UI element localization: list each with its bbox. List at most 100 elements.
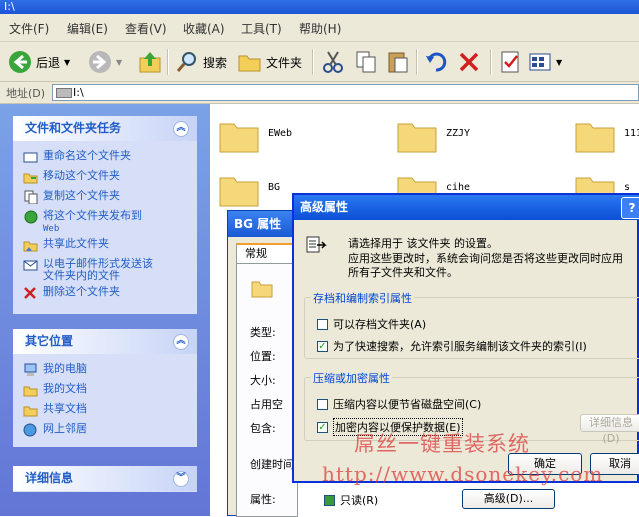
back-arrow-icon bbox=[9, 51, 31, 73]
field-size-label: 大小: bbox=[250, 374, 276, 387]
tab-panel bbox=[236, 263, 298, 517]
panel-header[interactable]: 详细信息 ︾ bbox=[13, 466, 197, 491]
task-label: 共享此文件夹 bbox=[43, 237, 109, 250]
place-network[interactable]: 网上邻居 bbox=[23, 423, 87, 437]
forward-button[interactable]: ▼ bbox=[88, 48, 122, 76]
place-shared-documents[interactable]: 共享文档 bbox=[23, 403, 87, 417]
collapse-icon[interactable]: ︽ bbox=[173, 334, 189, 350]
field-size-on-disk-label: 占用空 bbox=[250, 398, 283, 411]
paste-button[interactable] bbox=[386, 48, 410, 76]
address-input[interactable]: I:\ bbox=[52, 84, 639, 101]
copy-icon bbox=[356, 51, 376, 73]
address-bar: 地址(D) I:\ bbox=[0, 82, 639, 104]
address-value: I:\ bbox=[73, 86, 84, 99]
drive-icon bbox=[56, 88, 72, 98]
documents-folder-icon bbox=[23, 386, 38, 397]
readonly-checkbox[interactable]: 只读(R) bbox=[324, 492, 378, 508]
archive-checkbox-box[interactable] bbox=[317, 318, 328, 330]
menu-favorites[interactable]: 收藏(A) bbox=[183, 20, 225, 37]
folder-icon[interactable] bbox=[218, 170, 260, 208]
place-my-documents[interactable]: 我的文档 bbox=[23, 383, 87, 397]
properties-dialog: BG 属性 常规 类型: 位置: 大小: 占用空 包含: 创建时间 属性: bbox=[227, 210, 298, 517]
back-button[interactable]: 后退 ▼ bbox=[8, 48, 70, 76]
up-folder-icon bbox=[139, 52, 161, 73]
folders-button[interactable]: 文件夹 bbox=[238, 48, 302, 76]
menu-edit[interactable]: 编辑(E) bbox=[67, 20, 108, 37]
details-button-label: 详细信息(D) bbox=[589, 416, 633, 445]
menu-tools[interactable]: 工具(T) bbox=[241, 20, 282, 37]
task-label: 移动这个文件夹 bbox=[43, 169, 120, 182]
readonly-label: 只读(R) bbox=[340, 494, 379, 507]
task-share[interactable]: 共享此文件夹 bbox=[23, 238, 109, 252]
menu-view[interactable]: 查看(V) bbox=[125, 20, 167, 37]
views-dropdown-icon[interactable]: ▼ bbox=[556, 58, 562, 67]
readonly-checkbox-box[interactable] bbox=[324, 494, 335, 506]
help-button[interactable]: ? bbox=[621, 197, 639, 219]
place-my-computer[interactable]: 我的电脑 bbox=[23, 363, 87, 377]
intro-text: 所有子文件夹和文件。 bbox=[348, 266, 458, 279]
index-checkbox-box[interactable]: ✓ bbox=[317, 340, 328, 352]
folder-icon[interactable] bbox=[218, 116, 260, 154]
folder-icon[interactable] bbox=[396, 116, 438, 154]
advanced-button-label: 高级(D)... bbox=[483, 492, 534, 505]
archive-checkbox[interactable]: 可以存档文件夹(A) bbox=[317, 316, 426, 332]
compress-checkbox-box[interactable] bbox=[317, 398, 328, 410]
task-delete[interactable]: 删除这个文件夹 bbox=[23, 286, 120, 300]
up-folder-button[interactable] bbox=[138, 48, 162, 76]
tab-general[interactable]: 常规 bbox=[236, 243, 296, 263]
task-publish-web[interactable]: 将这个文件夹发布到 Web bbox=[23, 210, 142, 235]
cut-button[interactable] bbox=[321, 48, 345, 76]
folder-label[interactable]: cihe bbox=[446, 182, 470, 193]
tab-label: 常规 bbox=[245, 247, 267, 260]
properties-icon bbox=[501, 51, 519, 73]
task-label-web: Web bbox=[43, 224, 60, 234]
delete-button[interactable] bbox=[457, 48, 481, 76]
window-title-bar: I:\ bbox=[0, 0, 639, 14]
task-move[interactable]: 移动这个文件夹 bbox=[23, 170, 120, 184]
advanced-button[interactable]: 高级(D)... bbox=[462, 489, 555, 509]
folder-label[interactable]: 111 bbox=[624, 128, 639, 139]
compress-checkbox[interactable]: 压缩内容以便节省磁盘空间(C) bbox=[317, 396, 481, 412]
folder-label[interactable]: EWeb bbox=[268, 128, 292, 139]
folder-label[interactable]: BG bbox=[268, 182, 280, 193]
folder-label[interactable]: s bbox=[624, 182, 630, 193]
folder-label[interactable]: ZZJY bbox=[446, 128, 470, 139]
toolbar-separator bbox=[490, 49, 492, 75]
views-button[interactable]: ▼ bbox=[528, 48, 562, 76]
collapse-icon[interactable]: ︽ bbox=[173, 121, 189, 137]
menu-help[interactable]: 帮助(H) bbox=[299, 20, 341, 37]
properties-button[interactable] bbox=[498, 48, 522, 76]
menu-file[interactable]: 文件(F) bbox=[9, 20, 49, 37]
panel-header[interactable]: 文件和文件夹任务 ︽ bbox=[13, 116, 197, 141]
forward-dropdown-icon[interactable]: ▼ bbox=[116, 58, 122, 67]
scissors-icon bbox=[323, 51, 343, 73]
encrypt-checkbox-box[interactable]: ✓ bbox=[317, 421, 328, 433]
back-dropdown-icon[interactable]: ▼ bbox=[64, 58, 70, 67]
task-email[interactable]: 以电子邮件形式发送该 文件夹内的文件 bbox=[23, 258, 153, 282]
other-places-panel: 其它位置 ︽ 我的电脑 我的文档 共享文档 网上邻居 bbox=[13, 329, 197, 447]
properties-title: BG 属性 bbox=[234, 217, 282, 231]
group-title: 存档和编制索引属性 bbox=[311, 290, 414, 306]
index-checkbox[interactable]: ✓ 为了快速搜索，允许索引服务编制该文件夹的索引(I) bbox=[317, 338, 587, 354]
compress-label: 压缩内容以便节省磁盘空间(C) bbox=[333, 398, 482, 411]
panel-title: 文件和文件夹任务 bbox=[25, 121, 122, 135]
folder-icon bbox=[238, 55, 261, 72]
shared-folder-icon bbox=[23, 406, 38, 417]
details-button[interactable]: 详细信息(D) bbox=[580, 414, 639, 445]
undo-button[interactable] bbox=[424, 48, 448, 76]
task-copy[interactable]: 复制这个文件夹 bbox=[23, 190, 120, 204]
copy-button[interactable] bbox=[354, 48, 378, 76]
expand-icon[interactable]: ︾ bbox=[173, 471, 189, 487]
search-button[interactable]: 搜索 bbox=[175, 48, 227, 76]
search-label: 搜索 bbox=[203, 55, 228, 70]
task-rename[interactable]: 重命名这个文件夹 bbox=[23, 150, 131, 164]
group-title: 压缩或加密属性 bbox=[311, 370, 392, 386]
toolbar-separator bbox=[312, 49, 314, 75]
properties-title-bar: BG 属性 bbox=[228, 211, 296, 237]
place-label: 共享文档 bbox=[43, 402, 87, 415]
folder-icon bbox=[251, 281, 273, 298]
panel-header[interactable]: 其它位置 ︽ bbox=[13, 329, 197, 354]
folder-icon[interactable] bbox=[574, 116, 616, 154]
views-icon bbox=[529, 53, 551, 71]
globe-icon bbox=[24, 210, 38, 224]
